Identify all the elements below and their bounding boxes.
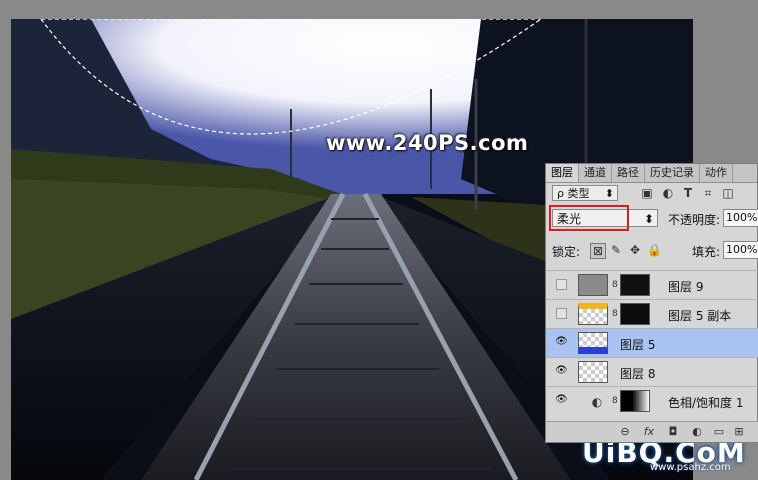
fx-icon[interactable]: fx — [642, 425, 656, 439]
image-filter-icon[interactable]: ▣ — [640, 186, 654, 200]
tab-layers[interactable]: 图层 — [546, 164, 579, 182]
layer-name: 图层 8 — [620, 367, 656, 381]
new-layer-icon[interactable]: ⊞ — [732, 425, 746, 439]
adjustment-filter-icon[interactable]: ◐ — [661, 186, 675, 200]
visibility-toggle[interactable] — [556, 308, 567, 319]
link-icon: 8 — [612, 309, 618, 319]
lock-label: 锁定: — [552, 245, 581, 259]
filter-row: ρ 类型 ⬍ ▣ ◐ T ⌗ ◫ — [546, 183, 758, 205]
adjustment-layer-icon: ◐ — [591, 395, 603, 409]
tab-actions[interactable]: 动作 — [700, 164, 733, 182]
layer-name: 图层 5 副本 — [668, 309, 732, 323]
type-filter-icon[interactable]: T — [681, 186, 695, 200]
mask-thumbnail — [620, 274, 650, 296]
lock-all-icon[interactable]: 🔒 — [647, 243, 662, 257]
opacity-input[interactable]: 100% — [723, 209, 758, 227]
tab-channels[interactable]: 通道 — [579, 164, 612, 182]
link-icon: 8 — [612, 280, 618, 290]
layers-panel: 图层 通道 路径 历史记录 动作 ρ 类型 ⬍ ▣ ◐ T ⌗ ◫ 柔光 ⬍ 不… — [545, 163, 758, 443]
blend-row: 柔光 ⬍ 不透明度: 100% — [546, 205, 758, 231]
visibility-toggle[interactable] — [556, 279, 567, 290]
link-icon[interactable]: ⊖ — [618, 425, 632, 439]
tab-history[interactable]: 历史记录 — [645, 164, 700, 182]
layer-thumbnail — [578, 303, 608, 325]
link-icon: 8 — [612, 396, 618, 406]
layer-filter-select[interactable]: ρ 类型 ⬍ — [552, 185, 618, 201]
brand-sub: www.psahz.com — [650, 462, 731, 473]
watermark-text: www.240PS.com — [326, 131, 529, 155]
layer-thumbnail — [578, 274, 608, 296]
fill-input[interactable]: 100% — [723, 241, 758, 259]
eye-icon[interactable]: 👁 — [555, 395, 568, 405]
chevron-down-icon: ⬍ — [604, 187, 614, 200]
smart-object-filter-icon[interactable]: ◫ — [721, 186, 735, 200]
panel-bottom-bar: ⊖ fx ◘ ◐ ▭ ⊞ — [546, 421, 758, 442]
lock-image-pixels-icon[interactable]: ✎ — [609, 243, 623, 257]
layer-row-5-copy[interactable]: 8 图层 5 副本 — [546, 299, 758, 328]
layer-name: 图层 5 — [620, 338, 656, 352]
layer-row-5[interactable]: 👁 图层 5 — [546, 328, 758, 357]
panel-tabs: 图层 通道 路径 历史记录 动作 — [546, 164, 757, 183]
layer-name: 图层 9 — [668, 280, 704, 294]
lock-row: 锁定: ⊠ ✎ ✥ 🔒 填充: 100% — [546, 240, 758, 262]
tab-paths[interactable]: 路径 — [612, 164, 645, 182]
layer-name: 色相/饱和度 1 — [668, 396, 744, 410]
adjustment-icon[interactable]: ◐ — [690, 425, 704, 439]
mask-thumbnail — [620, 303, 650, 325]
eye-icon[interactable]: 👁 — [555, 366, 568, 376]
layer-thumbnail — [578, 332, 608, 354]
filter-label: ρ 类型 — [557, 187, 590, 200]
layer-row-9[interactable]: 8 图层 9 — [546, 270, 758, 299]
lock-position-icon[interactable]: ✥ — [628, 243, 642, 257]
mask-icon[interactable]: ◘ — [666, 425, 680, 439]
folder-icon[interactable]: ▭ — [712, 425, 726, 439]
red-highlight-box — [549, 205, 629, 231]
fill-label: 填充: — [692, 245, 721, 259]
eye-icon[interactable]: 👁 — [555, 337, 568, 347]
layer-row-hue-saturation[interactable]: 👁 ◐ 8 色相/饱和度 1 — [546, 386, 758, 415]
chevron-down-icon: ⬍ — [643, 212, 654, 226]
shape-filter-icon[interactable]: ⌗ — [701, 186, 715, 200]
layer-thumbnail — [578, 361, 608, 383]
opacity-label: 不透明度: — [668, 213, 721, 227]
lock-transparent-pixels-icon[interactable]: ⊠ — [590, 243, 606, 259]
layer-row-8[interactable]: 👁 图层 8 — [546, 357, 758, 386]
mask-thumbnail — [620, 390, 650, 412]
